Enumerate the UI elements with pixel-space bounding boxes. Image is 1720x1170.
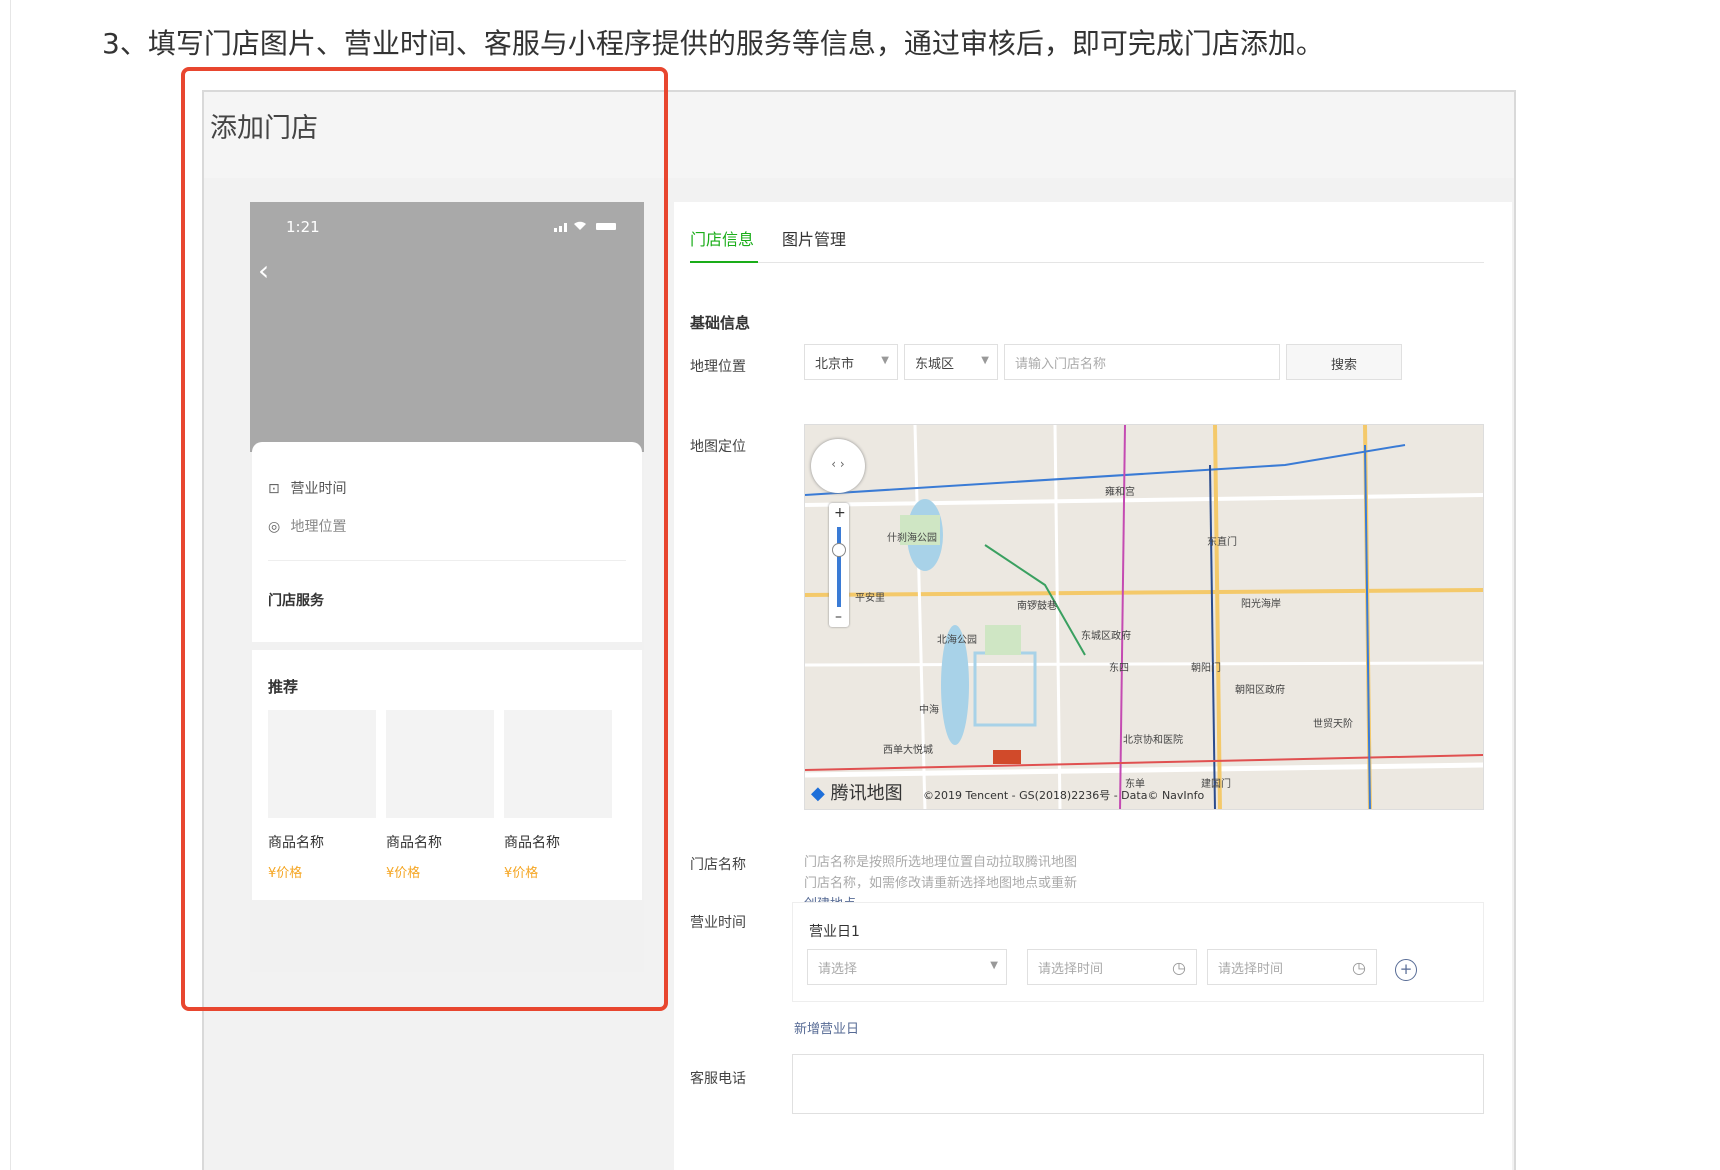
zoom-track	[837, 527, 841, 607]
map-place-label: 平安里	[855, 593, 885, 604]
map-place-label: 建国门	[1201, 779, 1231, 790]
zoom-in-icon[interactable]: +	[834, 505, 846, 521]
zoom-handle[interactable]	[832, 543, 846, 557]
section-title: 基础信息	[690, 314, 751, 332]
end-time-placeholder: 请选择时间	[1218, 962, 1284, 977]
business-day-title: 营业日1	[809, 924, 860, 940]
store-form: 门店信息 图片管理 基础信息 地理位置 北京市 ▼ 东城区 ▼ 请输入门店名称 …	[674, 202, 1512, 1170]
map-place-label: 北海公园	[937, 635, 977, 646]
business-hours-panel: 营业日1 请选择 ▼ 请选择时间 ◷ 请选择时间 ◷ +	[792, 902, 1484, 1002]
map-place-label: 东城区政府	[1081, 631, 1131, 642]
tab-store-info[interactable]: 门店信息	[690, 226, 754, 250]
district-select[interactable]: 东城区 ▼	[904, 344, 998, 380]
map-logo-icon: ◆	[811, 783, 825, 804]
district-value: 东城区	[915, 357, 955, 372]
map-copyright: ©2019 Tencent - GS(2018)2236号 - Data© Na…	[923, 789, 1205, 802]
chevron-down-icon: ▼	[981, 355, 989, 366]
map-place-label: 东四	[1109, 663, 1129, 674]
day-select-placeholder: 请选择	[818, 962, 858, 977]
map-logo-text: 腾讯地图	[830, 783, 903, 804]
location-field-label: 地理位置	[690, 359, 746, 375]
city-select[interactable]: 北京市 ▼	[804, 344, 898, 380]
page-left-rail	[10, 0, 11, 1170]
start-time-picker[interactable]: 请选择时间 ◷	[1027, 949, 1197, 985]
map-place-label: 朝阳区政府	[1235, 685, 1285, 696]
add-time-plus-icon[interactable]: +	[1395, 959, 1417, 981]
service-phone-input[interactable]	[792, 1054, 1484, 1114]
tab-divider	[690, 262, 1484, 263]
instruction-text: 3、填写门店图片、营业时间、客服与小程序提供的服务等信息，通过审核后，即可完成门…	[102, 27, 1324, 60]
tab-image-management[interactable]: 图片管理	[782, 226, 846, 250]
map-place-label: 阳光海岸	[1241, 599, 1281, 610]
map-place-label: 北京协和医院	[1123, 735, 1183, 746]
zoom-out-icon[interactable]: –	[835, 609, 842, 625]
clock-icon: ◷	[1172, 958, 1186, 977]
business-hours-field-label: 营业时间	[690, 915, 746, 931]
add-business-day-link[interactable]: 新增营业日	[794, 1018, 859, 1037]
map-place-label: 雍和宫	[1105, 487, 1135, 498]
map-place-label: 中海	[919, 705, 939, 716]
city-value: 北京市	[815, 357, 855, 372]
map-logo: ◆ 腾讯地图	[811, 779, 903, 805]
store-name-field-label: 门店名称	[690, 857, 746, 873]
map-place-label: 西单大悦城	[883, 745, 933, 756]
search-placeholder: 请输入门店名称	[1015, 357, 1107, 372]
clock-icon: ◷	[1352, 958, 1366, 977]
map-pan-control[interactable]: ‹ ›	[811, 439, 865, 493]
map-field-label: 地图定位	[690, 439, 746, 455]
day-select[interactable]: 请选择 ▼	[807, 949, 1007, 985]
start-time-placeholder: 请选择时间	[1038, 962, 1104, 977]
map-place-label: 南锣鼓巷	[1017, 601, 1057, 612]
map-view[interactable]: ‹ › + – 什刹海公园 北海公园 平安里 南锣鼓巷 东城区政府 东四 朝阳门…	[804, 424, 1484, 810]
store-name-hint-text: 门店名称是按照所选地理位置自动拉取腾讯地图门店名称，如需修改请重新选择地图地点或…	[804, 855, 1078, 891]
map-place-label: 世贸天阶	[1313, 719, 1353, 730]
store-name-search-input[interactable]: 请输入门店名称	[1004, 344, 1280, 380]
end-time-picker[interactable]: 请选择时间 ◷	[1207, 949, 1377, 985]
highlight-box	[181, 67, 668, 1011]
map-place-label: 东直门	[1207, 537, 1237, 548]
active-tab-indicator	[690, 261, 758, 263]
map-place-label: 什刹海公园	[887, 533, 937, 544]
compass-icon: ‹ ›	[831, 457, 845, 471]
map-zoom-slider[interactable]: + –	[829, 503, 849, 627]
search-button[interactable]: 搜索	[1286, 344, 1402, 380]
service-phone-field-label: 客服电话	[690, 1071, 746, 1087]
chevron-down-icon: ▼	[990, 960, 998, 971]
chevron-down-icon: ▼	[881, 355, 889, 366]
map-place-label: 朝阳门	[1191, 663, 1221, 674]
